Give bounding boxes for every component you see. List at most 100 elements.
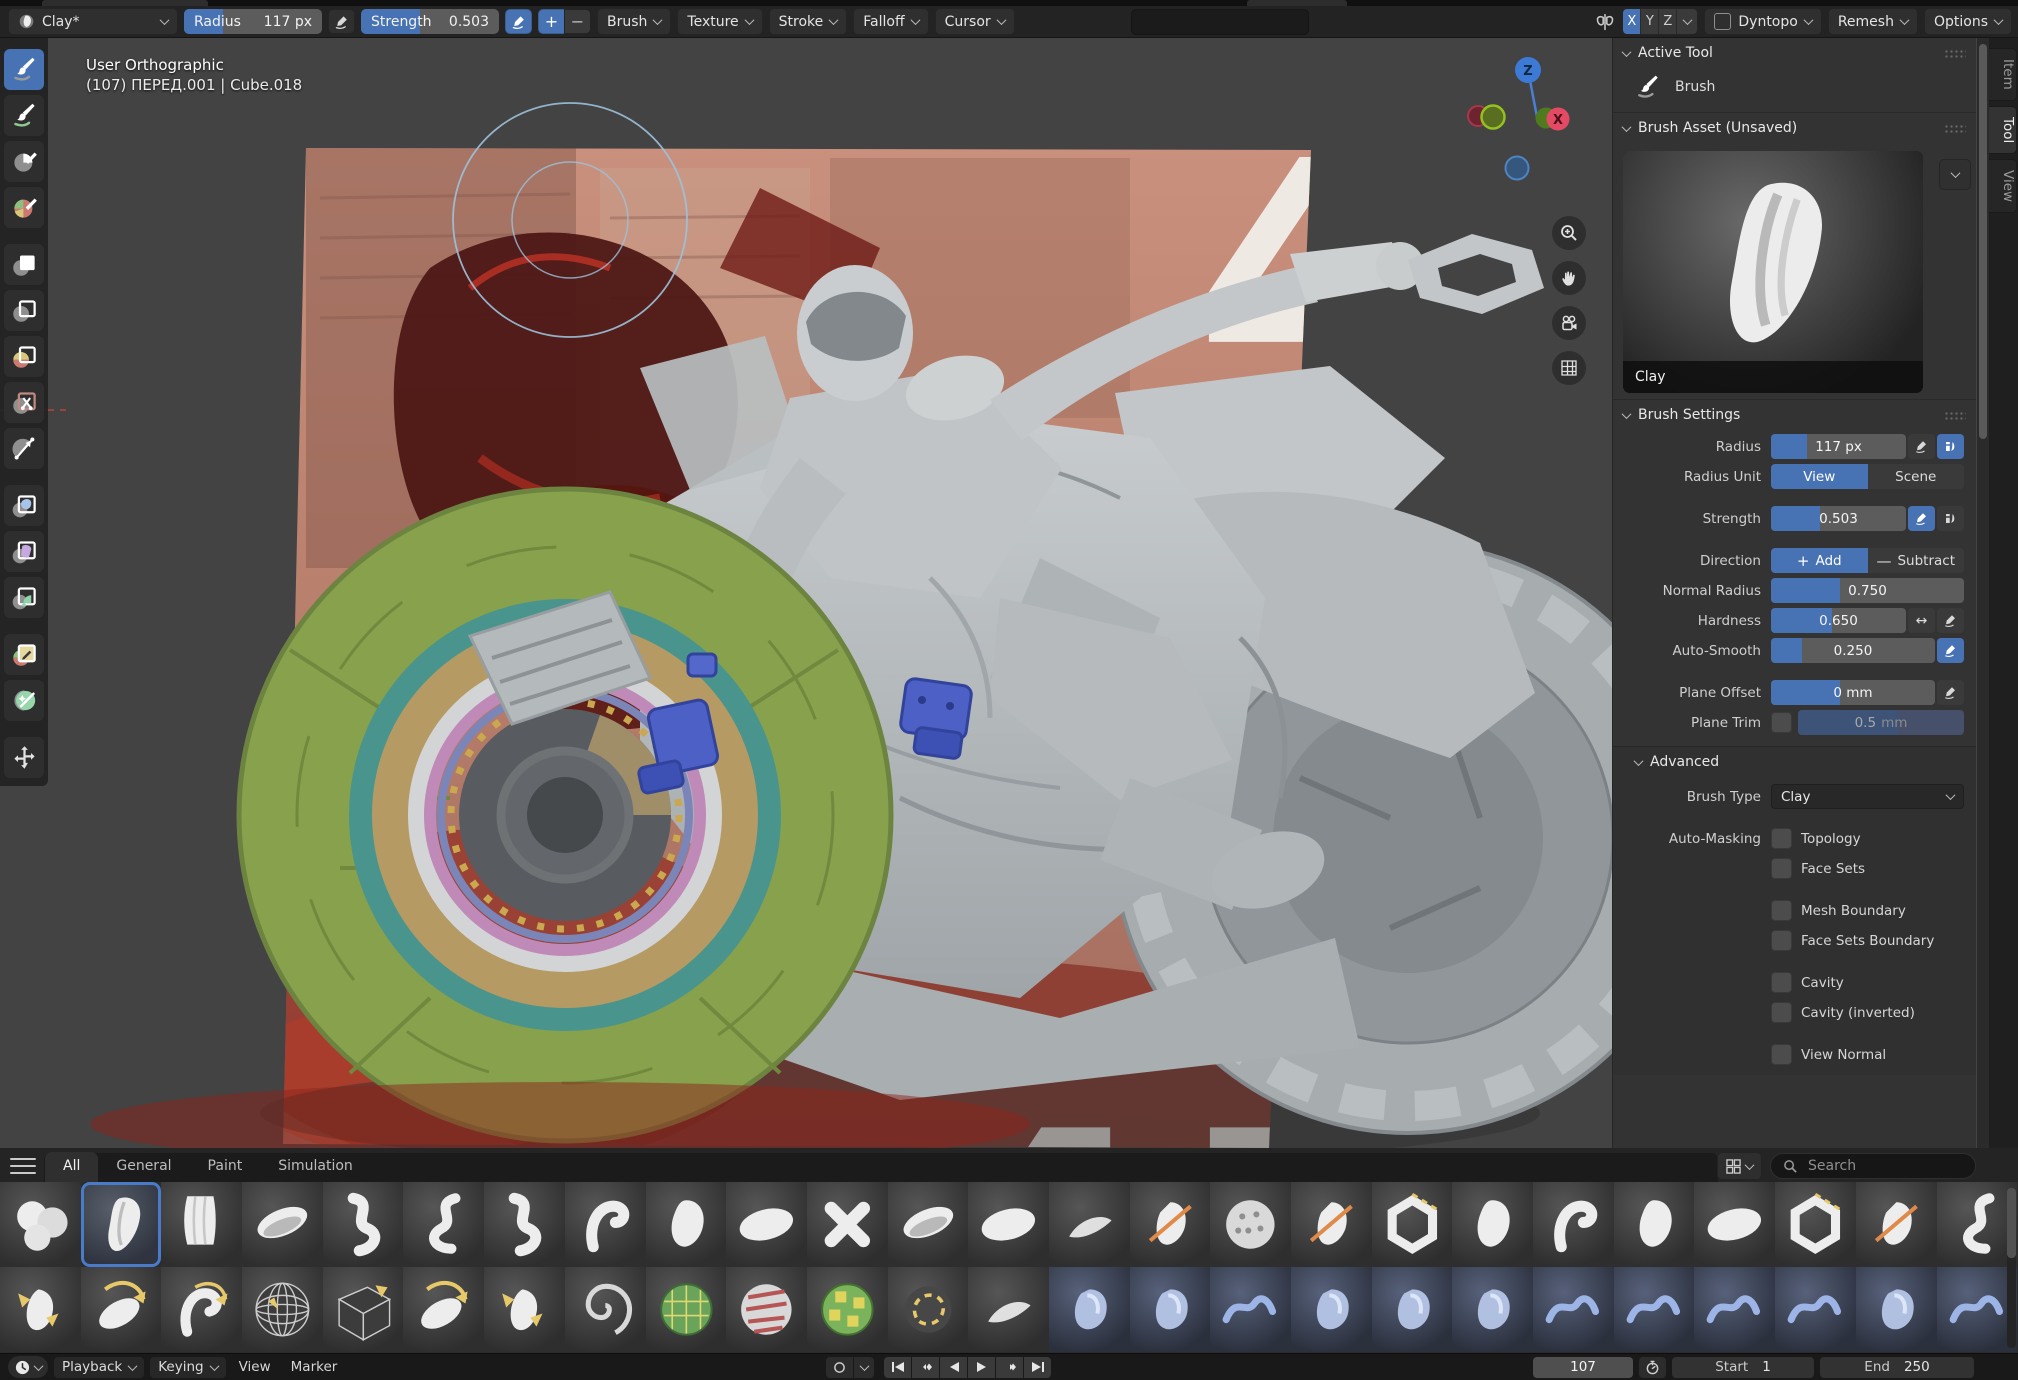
shelf-display-mode-button[interactable]	[1717, 1152, 1762, 1180]
brush-thumbnail-orange[interactable]	[1856, 1182, 1937, 1267]
pan-view-button[interactable]	[1552, 261, 1586, 295]
panel-header-brush-settings[interactable]: Brush Settings	[1613, 399, 1976, 430]
gizmo-axis-neg-z[interactable]	[1506, 157, 1529, 180]
brush-thumbnail-checker[interactable]	[807, 1267, 888, 1352]
radius-slider[interactable]: 117 px	[1771, 434, 1906, 459]
radius-slider[interactable]: Radius 117 px	[184, 9, 322, 34]
brush-thumbnail-balls[interactable]	[0, 1182, 81, 1267]
brush-thumbnail-spiral[interactable]	[565, 1267, 646, 1352]
brush-asset-menu-button[interactable]	[1939, 159, 1971, 190]
brush-thumbnail-redhatch[interactable]	[726, 1267, 807, 1352]
strength-slider[interactable]: Strength 0.503	[361, 9, 499, 34]
tool-mask-brush[interactable]	[4, 141, 44, 182]
marker-menu[interactable]: Marker	[284, 1359, 345, 1375]
brush-thumbnail-clay[interactable]	[81, 1182, 162, 1267]
brush-thumbnail-flat[interactable]	[968, 1182, 1049, 1267]
panel-header-advanced[interactable]: Advanced	[1613, 747, 1976, 777]
brush-preview[interactable]: Clay	[1623, 151, 1923, 393]
brush-thumbnail-flat[interactable]	[1694, 1182, 1775, 1267]
radius-unit-scene-button[interactable]: Scene	[1868, 464, 1965, 489]
direction-add-button[interactable]: +Add	[1771, 548, 1868, 573]
brush-thumbnail-bluestroke[interactable]	[1694, 1267, 1775, 1352]
auto-smooth-pen-button[interactable]	[1937, 638, 1964, 663]
brush-thumbnail-bluestroke[interactable]	[1614, 1267, 1695, 1352]
brush-thumbnail-bluestroke[interactable]	[1937, 1267, 2018, 1352]
scrollbar-thumb[interactable]	[2007, 1188, 2016, 1258]
brush-thumbnail-cross[interactable]	[807, 1182, 888, 1267]
checkbox-topology[interactable]	[1771, 828, 1792, 849]
hardness-pen-button[interactable]	[1937, 608, 1964, 633]
brush-thumbnail-smear[interactable]	[1049, 1182, 1130, 1267]
tool-move[interactable]	[4, 737, 44, 778]
brush-type-dropdown[interactable]: Clay	[1771, 784, 1964, 809]
plane-offset-pen-button[interactable]	[1937, 680, 1964, 705]
auto-key-options-button[interactable]	[854, 1357, 874, 1378]
brush-thumbnail-scoop[interactable]	[888, 1182, 969, 1267]
tool-box-face-set[interactable]	[4, 336, 44, 377]
menu-cursor[interactable]: Cursor	[935, 8, 1015, 35]
dyntopo-dropdown[interactable]: Dyntopo	[1704, 8, 1821, 35]
shelf-search-field[interactable]	[1770, 1153, 1976, 1179]
brush-thumbnail-ring[interactable]	[1372, 1182, 1453, 1267]
brush-thumbnail-scoop[interactable]	[242, 1182, 323, 1267]
brush-thumbnail-smear[interactable]	[968, 1267, 1049, 1352]
shelf-scrollbar[interactable]	[2007, 1188, 2016, 1348]
symmetry-z-button[interactable]: Z	[1659, 9, 1677, 34]
tool-draw-face-sets[interactable]	[4, 187, 44, 228]
brush-thumbnail-blueblob[interactable]	[1372, 1267, 1453, 1352]
brush-thumbnail-blueblob[interactable]	[1856, 1267, 1937, 1352]
brush-thumbnail-wiresphere[interactable]	[242, 1267, 323, 1352]
shelf-tab-all[interactable]: All	[45, 1152, 98, 1182]
sidebar-tab-item[interactable]: Item	[1989, 48, 2017, 101]
checkbox-cavity-inverted[interactable]	[1771, 1002, 1792, 1023]
brush-thumbnail-scurve[interactable]	[484, 1182, 565, 1267]
tool-line-project[interactable]	[4, 428, 44, 469]
brush-thumbnail-blob[interactable]	[1452, 1182, 1533, 1267]
brush-thumbnail-blueblob[interactable]	[1291, 1267, 1372, 1352]
scrollbar-thumb[interactable]	[1979, 44, 1987, 439]
panel-grip-icon[interactable]	[1944, 411, 1966, 420]
camera-view-button[interactable]	[1552, 306, 1586, 340]
brush-thumbnail-arrowpose[interactable]	[0, 1267, 81, 1352]
tool-box-trim[interactable]	[4, 382, 44, 423]
brush-thumbnail-blueblob[interactable]	[1049, 1267, 1130, 1352]
frame-start-field[interactable]: Start1	[1672, 1357, 1814, 1378]
gizmo-axis-neg-y[interactable]	[1482, 106, 1505, 129]
normal-radius-slider[interactable]: 0.750	[1771, 578, 1964, 603]
checkbox-face-sets-boundary[interactable]	[1771, 930, 1792, 951]
tool-mask-by-color[interactable]	[4, 680, 44, 721]
brush-thumbnail-scurve2[interactable]	[403, 1182, 484, 1267]
viewport-3d[interactable]: 4 4M4	[0, 38, 2018, 1148]
brush-size-decrease-button[interactable]: −	[564, 9, 591, 34]
panel-grip-icon[interactable]	[1944, 49, 1966, 58]
shelf-tab-simulation[interactable]: Simulation	[260, 1152, 371, 1182]
brush-thumbnail-strips[interactable]	[161, 1182, 242, 1267]
brush-size-increase-button[interactable]: +	[538, 9, 565, 34]
brush-thumbnail-bluestroke[interactable]	[1533, 1267, 1614, 1352]
radius-pressure-button[interactable]	[328, 9, 355, 34]
checkbox-face-sets[interactable]	[1771, 858, 1792, 879]
editor-type-button[interactable]	[8, 1356, 48, 1378]
use-preview-range-button[interactable]	[1639, 1357, 1666, 1378]
brush-thumbnail-blob[interactable]	[1614, 1182, 1695, 1267]
menu-texture[interactable]: Texture	[677, 8, 762, 35]
brush-thumbnail-arc[interactable]	[403, 1267, 484, 1352]
sidebar-tab-tool[interactable]: Tool	[1989, 106, 2017, 154]
checkbox-view-normal[interactable]	[1771, 1044, 1792, 1065]
tool-paint-brush[interactable]	[4, 95, 44, 136]
tool-cloth-filter[interactable]	[4, 531, 44, 572]
panel-scrollbar[interactable]	[1977, 38, 1989, 1148]
auto-key-button[interactable]	[826, 1357, 853, 1378]
remesh-dropdown[interactable]: Remesh	[1828, 8, 1918, 35]
dyntopo-checkbox[interactable]	[1714, 13, 1731, 30]
toggle-perspective-button[interactable]	[1552, 351, 1586, 385]
options-dropdown[interactable]: Options	[1924, 8, 2012, 35]
strength-slider[interactable]: 0.503	[1771, 506, 1906, 531]
brush-thumbnail-hook[interactable]	[1533, 1182, 1614, 1267]
brush-thumbnail-hook[interactable]	[565, 1182, 646, 1267]
shelf-tab-general[interactable]: General	[98, 1152, 189, 1182]
checkbox-mesh-boundary[interactable]	[1771, 900, 1792, 921]
menu-brush[interactable]: Brush	[597, 8, 671, 35]
tool-edit-face-set[interactable]	[4, 634, 44, 675]
direction-subtract-button[interactable]: —Subtract	[1868, 548, 1965, 573]
